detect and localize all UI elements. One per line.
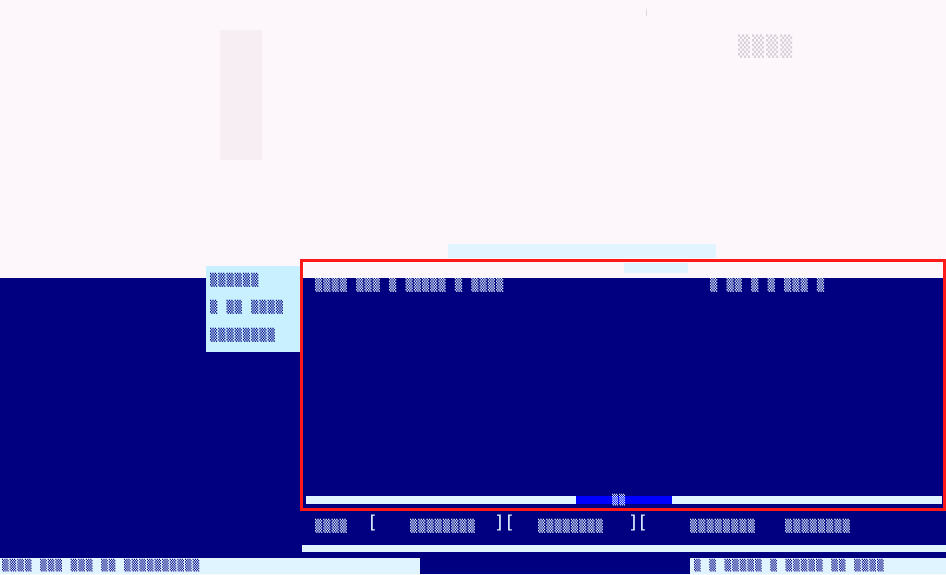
- top-right-text: ▒▒▒▒: [738, 34, 795, 58]
- left-line-2: ▒ ▒▒ ▒▒▒▒: [210, 300, 285, 314]
- footer-label-5[interactable]: ▒▒▒▒▒▒▒▒: [785, 517, 851, 535]
- left-line-3: ▒▒▒▒▒▒▒▒: [210, 328, 276, 342]
- top-marker: ⅰ: [645, 8, 648, 19]
- bracket-5-icon: [: [637, 512, 648, 533]
- bottom-status-left: ▒▒▒▒ ▒▒▒ ▒▒▒ ▒▒ ▒▒▒▒▒▒▒▒▒▒: [2, 559, 201, 572]
- progress-right: [672, 496, 942, 504]
- lower-bar-1: [302, 545, 946, 552]
- header-right-text: ▒ ▒▒ ▒ ▒ ▒▒▒ ▒: [710, 278, 826, 292]
- bracket-3-icon: [: [504, 512, 515, 533]
- status-label: ▒▒: [612, 495, 627, 506]
- selection-box[interactable]: [300, 259, 946, 511]
- footer-label-3[interactable]: ▒▒▒▒▒▒▒▒: [538, 517, 604, 535]
- faint-banner: [448, 244, 716, 258]
- bottom-status-right: ▒ ▒ ▒▒▒▒▒ ▒ ▒▒▒▒▒ ▒▒ ▒▒▒▒: [694, 559, 885, 572]
- footer-label-1: ▒▒▒▒: [315, 519, 348, 533]
- header-highlight: [624, 263, 688, 273]
- progress-left: [306, 496, 576, 504]
- left-line-1: ▒▒▒▒▒▒: [210, 273, 260, 287]
- header-left-text: ▒▒▒▒ ▒▒▒ ▒ ▒▒▒▒▒ ▒ ▒▒▒▒: [315, 278, 505, 292]
- footer-label-4[interactable]: ▒▒▒▒▒▒▒▒: [690, 517, 756, 535]
- faint-column: [220, 30, 262, 160]
- bracket-1-icon: [: [367, 512, 378, 533]
- footer-label-2[interactable]: ▒▒▒▒▒▒▒▒: [410, 517, 476, 535]
